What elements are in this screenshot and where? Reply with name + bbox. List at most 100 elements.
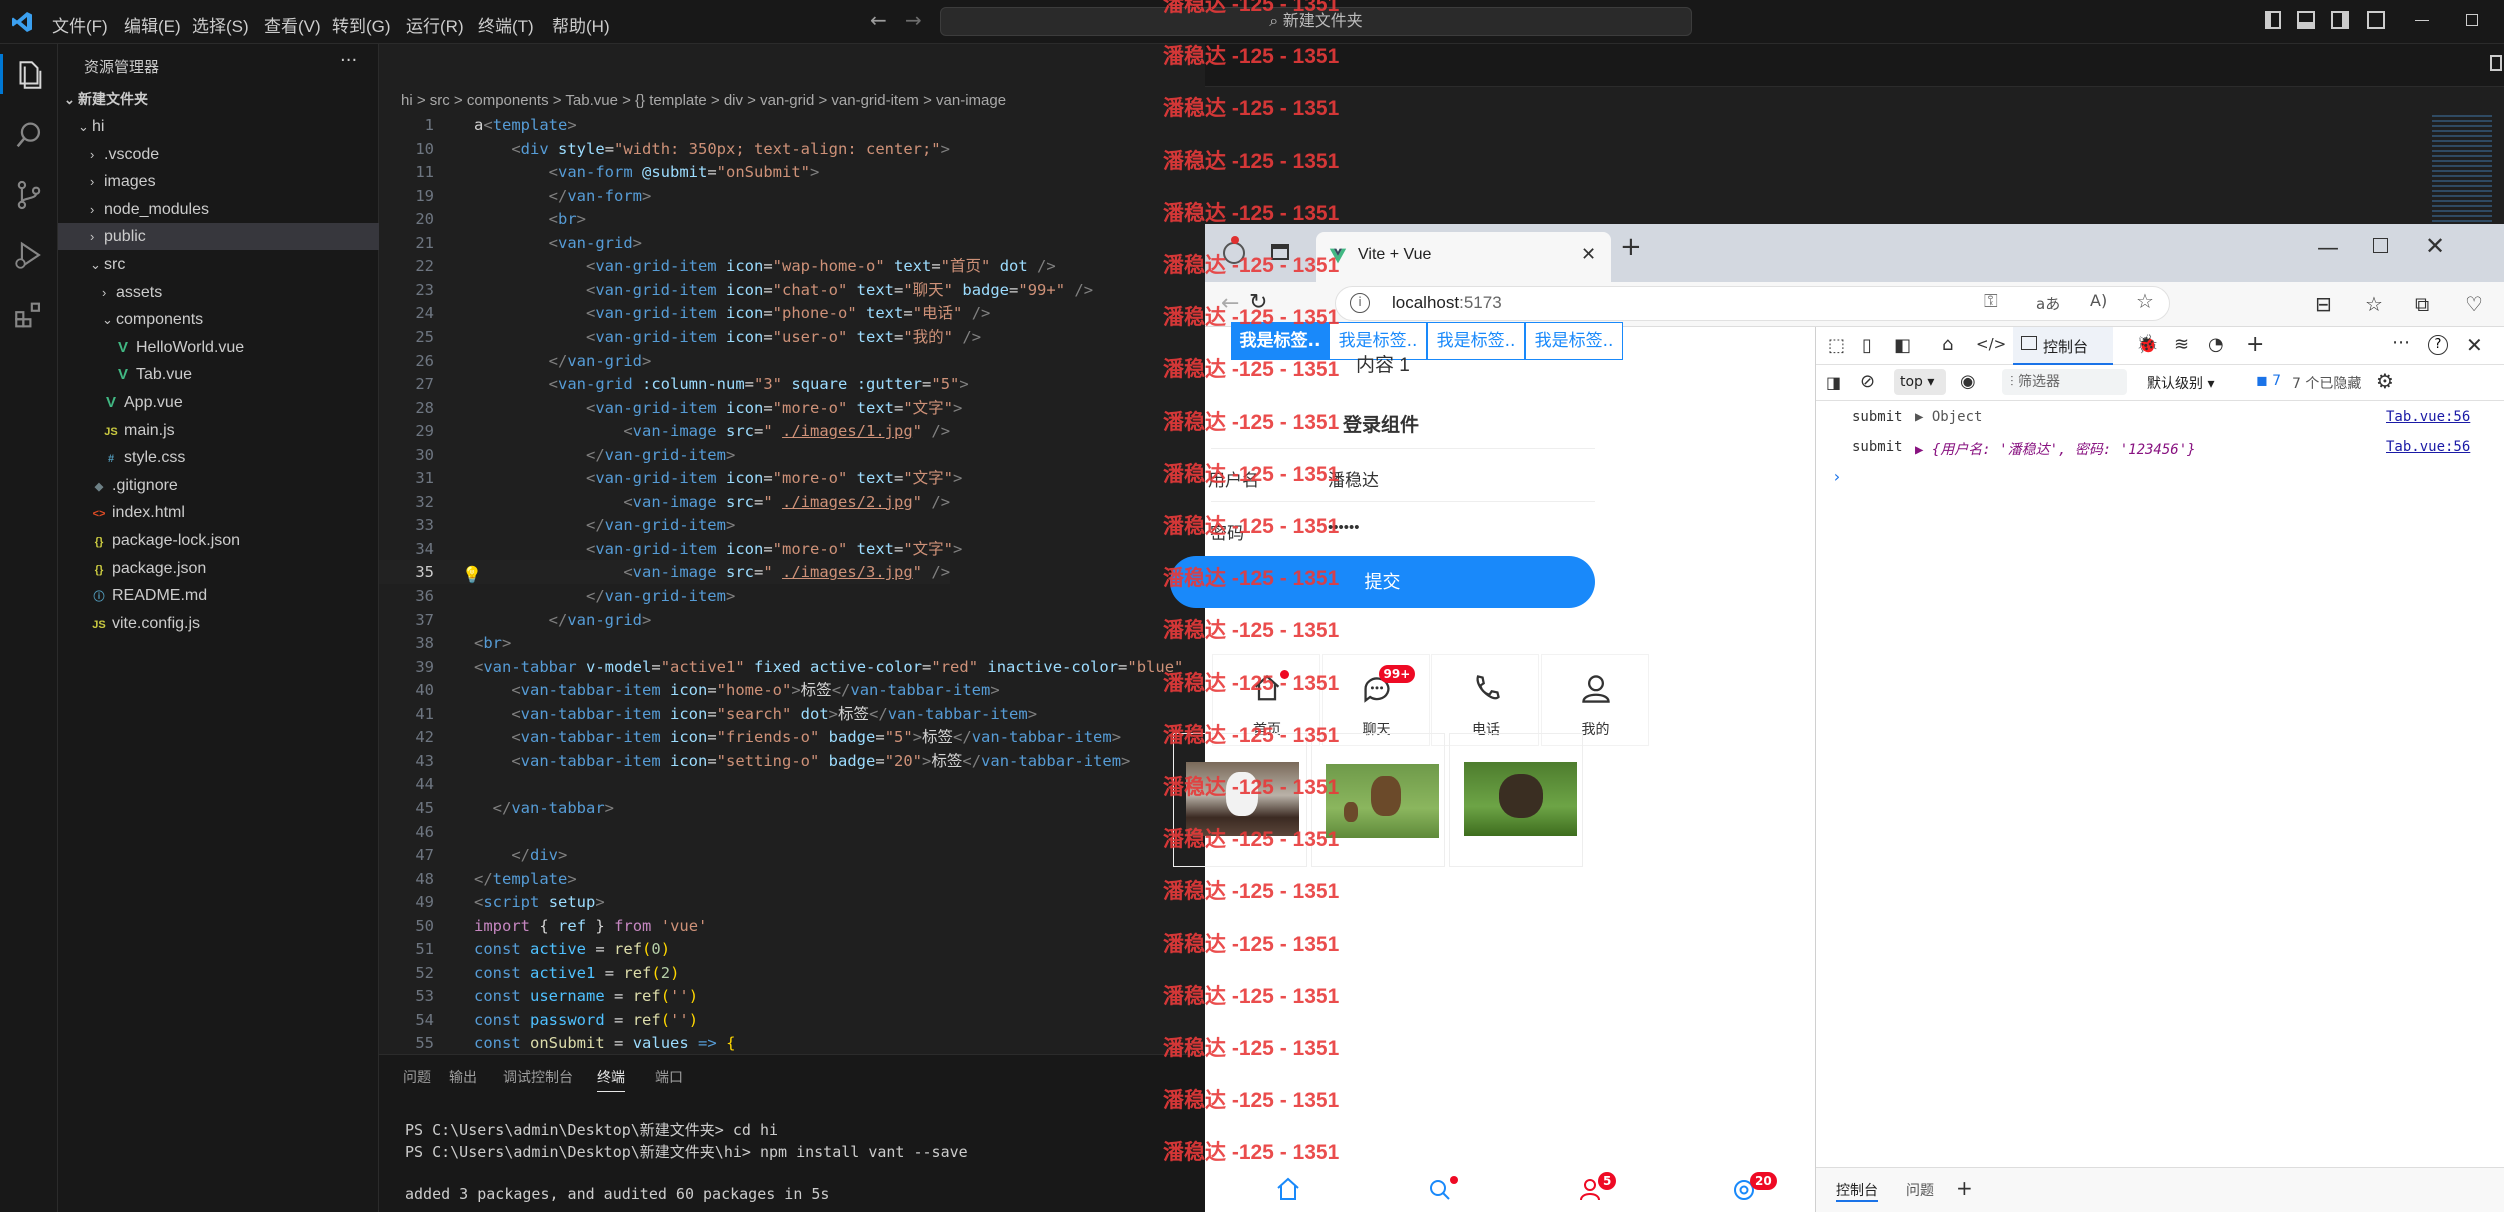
customize-layout-icon[interactable] (2367, 11, 2385, 29)
tree-item[interactable]: › node_modules (58, 196, 379, 223)
menu-item[interactable]: 选择(S) (192, 12, 249, 37)
context-select[interactable]: top ▾ (1894, 369, 1946, 395)
device-toolbar-icon[interactable]: ▯ (1862, 335, 1872, 356)
browser-tab[interactable]: Vite + Vue ✕ (1316, 232, 1611, 282)
tree-item[interactable]: JS main.js (58, 417, 379, 444)
clear-console-icon[interactable]: ⊘ (1860, 371, 1875, 392)
new-tab-icon[interactable]: + (1620, 232, 1642, 262)
breadcrumb[interactable]: hi > src > components > Tab.vue > {} tem… (379, 87, 1209, 115)
window-minimize-icon[interactable]: — (2317, 236, 2339, 261)
performance-icon[interactable]: ◔ (2208, 334, 2224, 355)
live-expression-icon[interactable]: ◉ (1960, 371, 1976, 392)
tabbar-item[interactable]: 20 (1726, 1172, 1777, 1212)
favorite-star-icon[interactable]: ☆ (2136, 289, 2154, 313)
menu-item[interactable]: 终端(T) (478, 12, 534, 37)
panel-tab[interactable]: 端口 (655, 1067, 683, 1087)
drawer-add-icon[interactable]: + (1956, 1176, 1973, 1200)
console-settings-icon[interactable]: ⚙ (2376, 369, 2394, 393)
panel-tab[interactable]: 调试控制台 (503, 1067, 573, 1087)
read-aloud-icon[interactable]: A) (2090, 291, 2107, 310)
tabbar-item[interactable] (1422, 1172, 1462, 1212)
window-close-icon[interactable]: ✕ (2425, 232, 2445, 260)
log-value[interactable]: ▶ Object (1915, 409, 1982, 425)
welcome-icon[interactable]: ⌂ (1942, 334, 1953, 355)
more-actions-icon[interactable]: ··· (340, 50, 357, 71)
key-icon[interactable]: ⚿ (1984, 291, 1998, 312)
browser-essentials-icon[interactable]: ♡ (2465, 292, 2483, 316)
menu-item[interactable]: 转到(G) (332, 12, 391, 37)
panel-tab[interactable]: 输出 (449, 1067, 477, 1087)
tree-item[interactable]: › public (58, 223, 379, 251)
filter-input[interactable]: ⫶ 筛选器 (2002, 369, 2127, 395)
favorites-icon[interactable]: ☆ (2365, 292, 2383, 316)
toggle-panel-icon[interactable] (2297, 11, 2315, 29)
split-screen-icon[interactable]: ⊟ (2315, 292, 2332, 316)
tree-item[interactable]: {} package.json (58, 555, 379, 582)
close-tab-icon[interactable]: ✕ (1581, 244, 1596, 265)
minimap[interactable] (2432, 115, 2492, 225)
drawer-console-tab[interactable]: 控制台 (1836, 1180, 1878, 1202)
vant-tab[interactable]: 我是标签.. (1427, 322, 1525, 360)
network-icon[interactable]: ≋ (2174, 334, 2189, 355)
sidebar-toggle-icon[interactable]: ◨ (1826, 373, 1841, 392)
translate-icon[interactable]: aあ (2036, 293, 2060, 314)
forward-icon[interactable]: → (905, 8, 922, 32)
menu-item[interactable]: 查看(V) (264, 12, 321, 37)
panel-tab[interactable]: 问题 (403, 1067, 431, 1087)
toggle-sidebar-icon[interactable] (2265, 11, 2281, 29)
menu-item[interactable]: 运行(R) (406, 12, 464, 37)
elements-icon[interactable]: </> (1976, 335, 2006, 353)
workspace-root[interactable]: ⌄ 新建文件夹 (58, 86, 379, 113)
info-icon[interactable]: i (1350, 293, 1370, 313)
grid-cell-3[interactable] (1449, 733, 1583, 867)
issues-icon[interactable]: 🐞 (2136, 334, 2158, 355)
log-source-link[interactable]: Tab.vue:56 (2386, 409, 2470, 425)
tabbar-item[interactable] (1270, 1172, 1310, 1212)
dock-icon[interactable]: ◧ (1894, 335, 1911, 356)
tree-item[interactable]: › assets (58, 279, 379, 306)
menu-item[interactable]: 帮助(H) (552, 12, 610, 37)
tree-item[interactable]: V HelloWorld.vue (58, 334, 379, 361)
tree-item[interactable]: # style.css (58, 444, 379, 471)
tree-item[interactable]: V Tab.vue (58, 361, 379, 388)
tree-item[interactable]: {} package-lock.json (58, 527, 379, 554)
close-devtools-icon[interactable]: ✕ (2466, 333, 2483, 357)
lightbulb-icon[interactable]: 💡 (462, 565, 482, 584)
back-icon[interactable]: ← (870, 8, 887, 32)
tree-item[interactable]: ⌄ hi (58, 113, 379, 140)
help-icon[interactable]: ? (2428, 335, 2448, 355)
inspect-icon[interactable]: ⬚ (1828, 335, 1845, 356)
console-prompt-icon[interactable]: › (1832, 467, 1842, 486)
source-control-icon[interactable] (12, 178, 46, 212)
tree-item[interactable]: ⌄ src (58, 251, 379, 278)
tabbar-item[interactable]: 5 (1574, 1172, 1617, 1212)
tree-item[interactable]: › .vscode (58, 141, 379, 168)
minimize-icon[interactable] (2415, 20, 2429, 21)
console-tab[interactable]: 控制台 (2013, 327, 2113, 365)
tree-item[interactable]: <> index.html (58, 499, 379, 526)
url-field[interactable]: i localhost:5173 ⚿ aあ A) ☆ (1335, 286, 2170, 321)
split-editor-icon[interactable] (2490, 55, 2502, 71)
explorer-icon[interactable] (12, 58, 46, 92)
devtools-more-icon[interactable]: ⋯ (2392, 332, 2410, 353)
tree-item[interactable]: V App.vue (58, 389, 379, 416)
tree-item[interactable]: JS vite.config.js (58, 610, 379, 637)
tree-item[interactable]: ◆ .gitignore (58, 472, 379, 499)
maximize-icon[interactable] (2466, 14, 2478, 26)
run-debug-icon[interactable] (12, 238, 46, 272)
issues-count[interactable]: ◼ 7 (2256, 373, 2281, 389)
log-value[interactable]: ▶ {用户名: '潘稳达', 密码: '123456'} (1915, 439, 2196, 459)
add-tool-icon[interactable]: + (2246, 332, 2264, 357)
window-maximize-icon[interactable] (2373, 238, 2388, 253)
log-source-link[interactable]: Tab.vue:56 (2386, 439, 2470, 455)
tree-item[interactable]: ⌄ components (58, 306, 379, 333)
toggle-secondary-sidebar-icon[interactable] (2331, 11, 2349, 29)
extensions-icon[interactable] (12, 298, 46, 332)
tree-item[interactable]: ⓘ README.md (58, 582, 379, 609)
tree-item[interactable]: › images (58, 168, 379, 195)
vant-tab[interactable]: 我是标签.. (1525, 322, 1623, 360)
log-level-select[interactable]: 默认级别 ▾ (2147, 373, 2214, 393)
menu-item[interactable]: 编辑(E) (124, 12, 181, 37)
search-icon[interactable] (12, 118, 46, 152)
drawer-issues-tab[interactable]: 问题 (1906, 1180, 1934, 1200)
